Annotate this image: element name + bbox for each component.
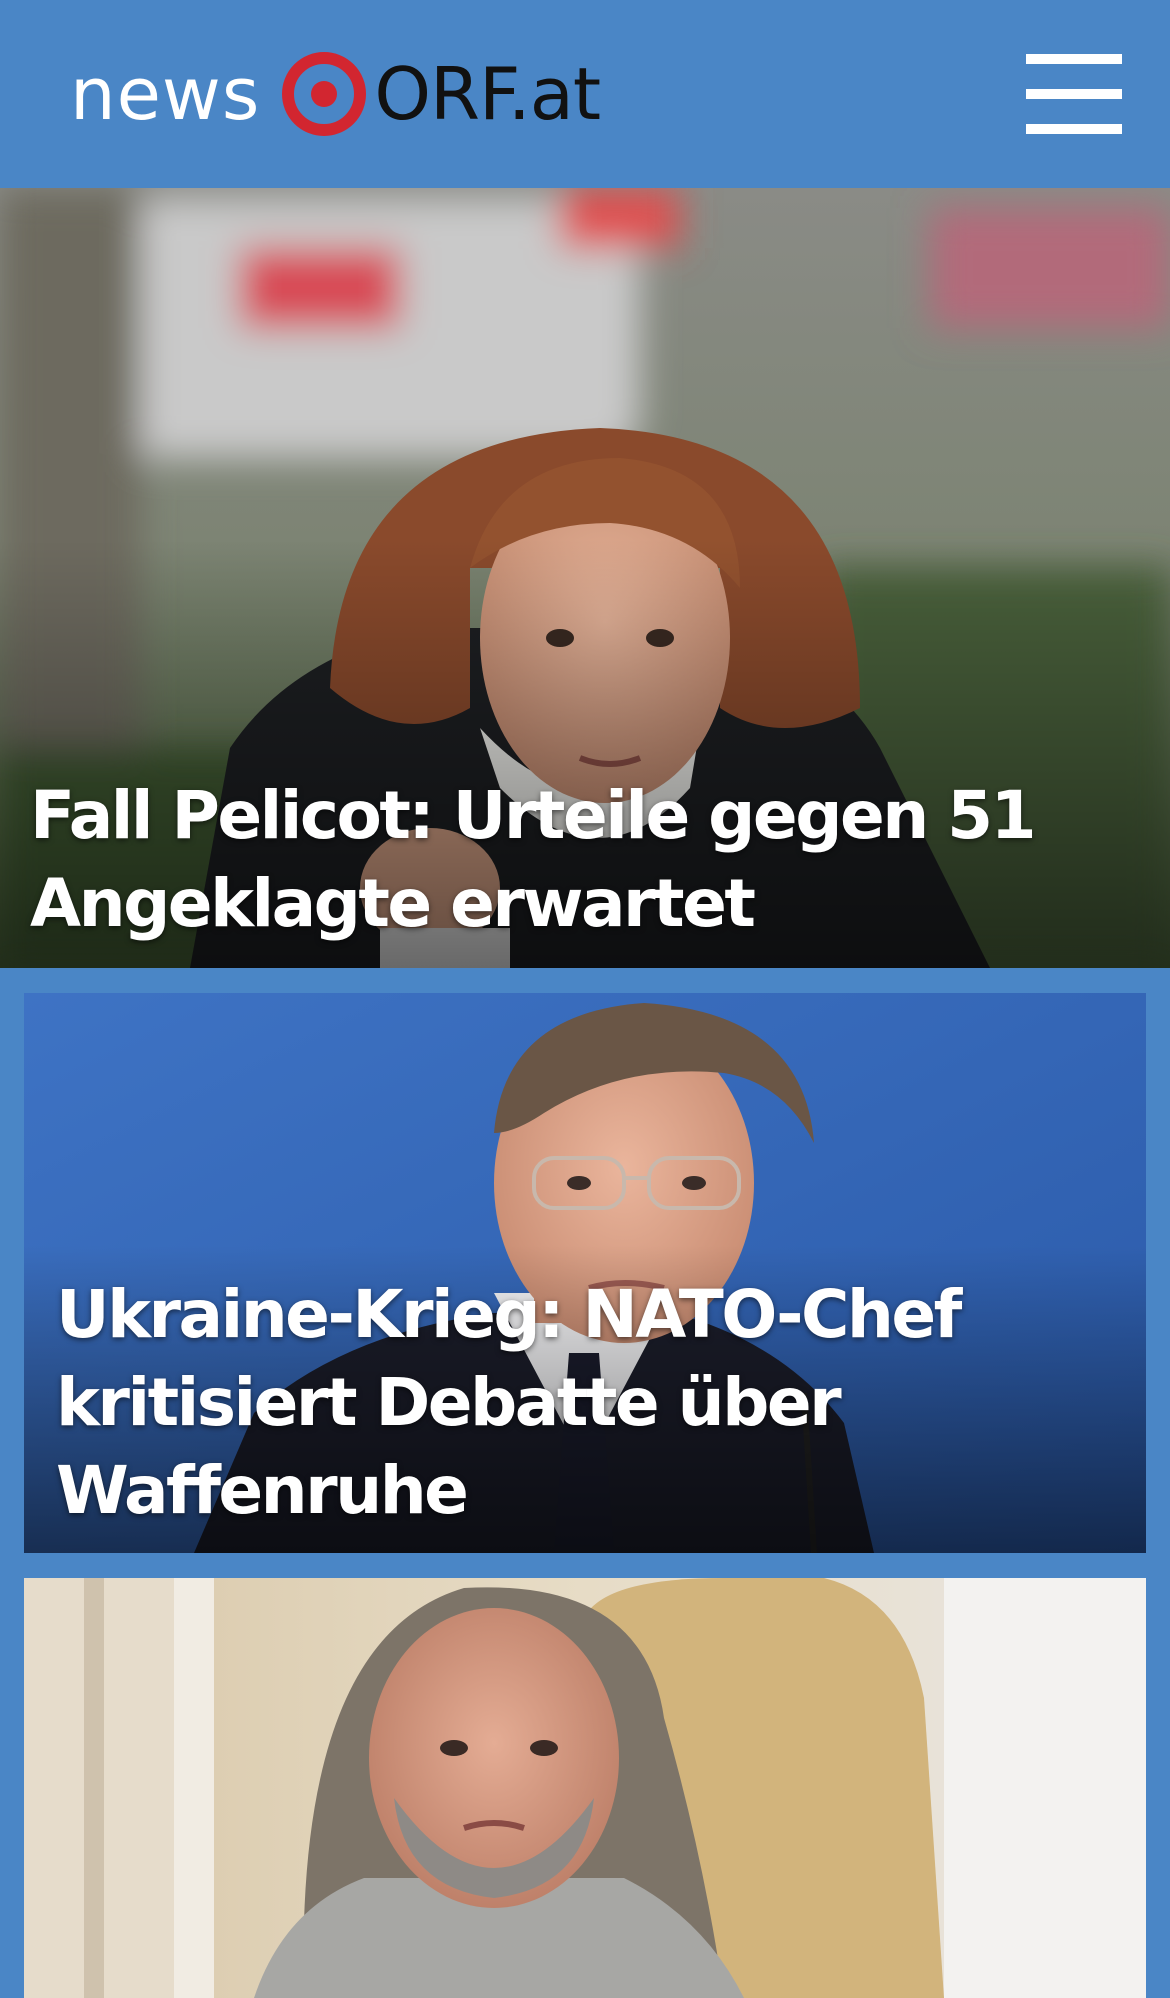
logo-news-text: news bbox=[70, 52, 261, 136]
menu-bar bbox=[1026, 89, 1122, 99]
story-card-lead[interactable]: Fall Pelicot: Urteile gegen 51 Angeklagt… bbox=[0, 188, 1170, 968]
story-photo bbox=[24, 1578, 1146, 1998]
hamburger-menu-icon[interactable] bbox=[1026, 54, 1122, 134]
menu-bar bbox=[1026, 54, 1122, 64]
story-card[interactable] bbox=[24, 1578, 1146, 1998]
app-header: news ORF.at bbox=[0, 0, 1170, 188]
story-headline[interactable]: Fall Pelicot: Urteile gegen 51 Angeklagt… bbox=[30, 772, 1140, 948]
site-logo[interactable]: news ORF.at bbox=[70, 52, 601, 136]
menu-bar bbox=[1026, 124, 1122, 134]
story-headline[interactable]: Ukraine-Krieg: NATO-Chef kritisiert Deba… bbox=[56, 1271, 1136, 1535]
story-card[interactable]: Ukraine-Krieg: NATO-Chef kritisiert Deba… bbox=[24, 993, 1146, 1553]
logo-orf-text: ORF.at bbox=[374, 52, 601, 136]
orf-target-icon bbox=[282, 52, 367, 136]
